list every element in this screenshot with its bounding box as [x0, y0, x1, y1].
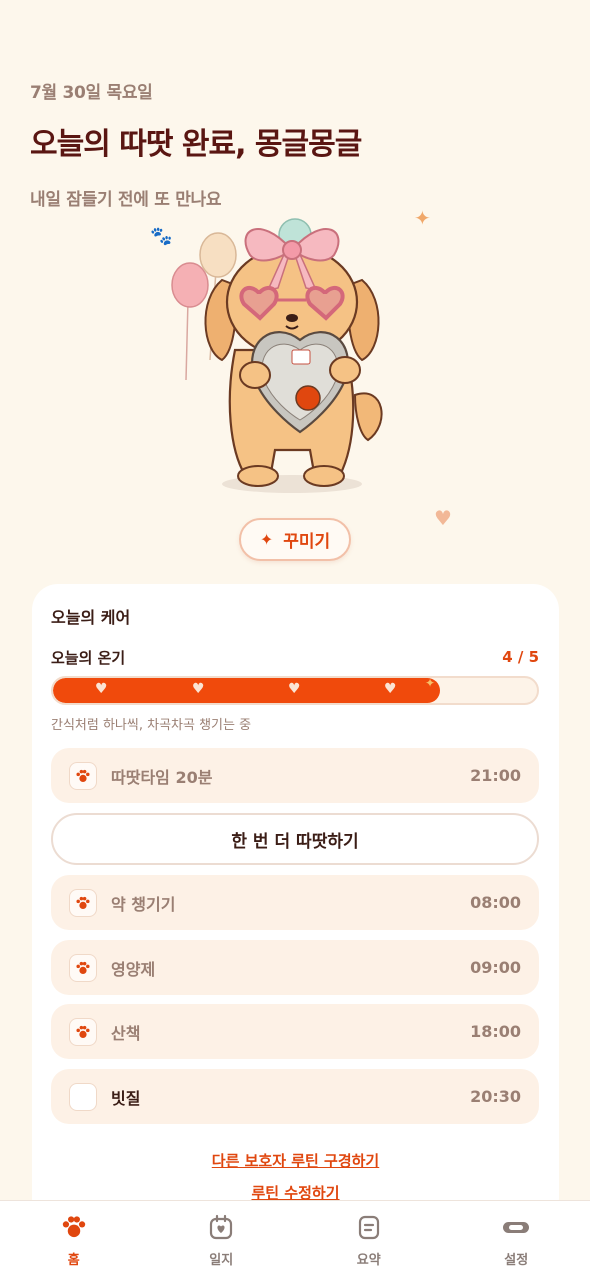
routine-label: 빗질	[111, 1088, 141, 1108]
tab-label: 일지	[209, 1253, 234, 1268]
paw-icon	[76, 896, 90, 909]
routine-label: 영양제	[111, 959, 156, 979]
decorate-button[interactable]: ✦ 꾸미기	[239, 518, 351, 561]
routine-checkbox-checked[interactable]	[69, 1017, 97, 1046]
heart-icon: ♥	[95, 681, 108, 697]
routine-item[interactable]: 산책 18:00	[51, 1004, 539, 1059]
sparkle-icon: ✦	[259, 530, 274, 549]
warmth-progress-fill: ♥ ♥ ♥ ♥ ✦	[53, 676, 441, 703]
care-card-title: 오늘의 케어	[51, 608, 131, 627]
tab-settings[interactable]: 설정	[443, 1201, 590, 1280]
header: 7월 30일 목요일 오늘의 따땃 완료, 몽글몽글 내일 잠들기 전에 또 만…	[30, 78, 560, 210]
clipboard-icon	[355, 1213, 383, 1241]
routine-item[interactable]: 따땃타임 20분 21:00	[51, 748, 539, 803]
paw-icon	[76, 1025, 90, 1038]
routine-label: 따땃타임 20분	[111, 767, 213, 787]
calendar-heart-icon	[207, 1213, 235, 1241]
tab-label: 요약	[356, 1253, 381, 1268]
routine-time: 09:00	[470, 958, 521, 977]
routine-time: 20:30	[470, 1087, 521, 1106]
paw-icon	[76, 961, 90, 974]
tab-home[interactable]: 홈	[0, 1201, 148, 1280]
puppy-illustration	[140, 200, 460, 510]
routine-time: 18:00	[470, 1022, 521, 1041]
tab-label: 설정	[504, 1253, 529, 1268]
routine-item[interactable]: 영양제 09:00	[51, 940, 539, 995]
toggle-icon	[502, 1213, 530, 1241]
routine-time: 21:00	[470, 766, 521, 785]
paw-icon	[60, 1213, 88, 1241]
tab-journal[interactable]: 일지	[148, 1201, 296, 1280]
routine-checkbox-checked[interactable]	[69, 761, 97, 790]
paw-icon	[76, 769, 90, 782]
date-label: 7월 30일 목요일	[30, 83, 153, 103]
tab-summary[interactable]: 요약	[295, 1201, 443, 1280]
routine-time: 08:00	[470, 893, 521, 912]
routine-checkbox-checked[interactable]	[69, 888, 97, 917]
page-title: 오늘의 따땃 완료, 몽글몽글	[30, 127, 362, 162]
routine-checkbox-checked[interactable]	[69, 953, 97, 982]
browse-routines-link[interactable]: 다른 보호자 루틴 구경하기	[32, 1150, 559, 1171]
warm-again-button[interactable]: 한 번 더 따땃하기	[51, 813, 539, 865]
heart-icon: ♥	[288, 681, 301, 697]
routine-checkbox-unchecked[interactable]	[69, 1082, 97, 1111]
warmth-label: 오늘의 온기	[51, 649, 126, 667]
routine-label: 약 챙기기	[111, 894, 176, 914]
heart-icon: ♥	[384, 681, 397, 697]
routine-item[interactable]: 약 챙기기 08:00	[51, 875, 539, 930]
care-card: 오늘의 케어 오늘의 온기 4 / 5 ♥ ♥ ♥ ♥ ✦ 간식처럼 하나씩, …	[32, 584, 559, 1224]
warmth-progress-bar: ♥ ♥ ♥ ♥ ✦	[51, 676, 539, 705]
heart-icon: ♥	[192, 681, 205, 697]
routine-item[interactable]: 빗질 20:30	[51, 1069, 539, 1124]
warmth-count: 4 / 5	[502, 648, 539, 666]
progress-caption: 간식처럼 하나씩, 차곡차곡 챙기는 중	[51, 718, 252, 733]
tab-label: 홈	[67, 1253, 80, 1268]
routine-label: 산책	[111, 1023, 141, 1043]
sparkle-icon: ✦	[425, 676, 436, 690]
bottom-tab-bar: 홈 일지 요약 설정	[0, 1200, 590, 1280]
decorate-button-label: 꾸미기	[283, 532, 331, 552]
